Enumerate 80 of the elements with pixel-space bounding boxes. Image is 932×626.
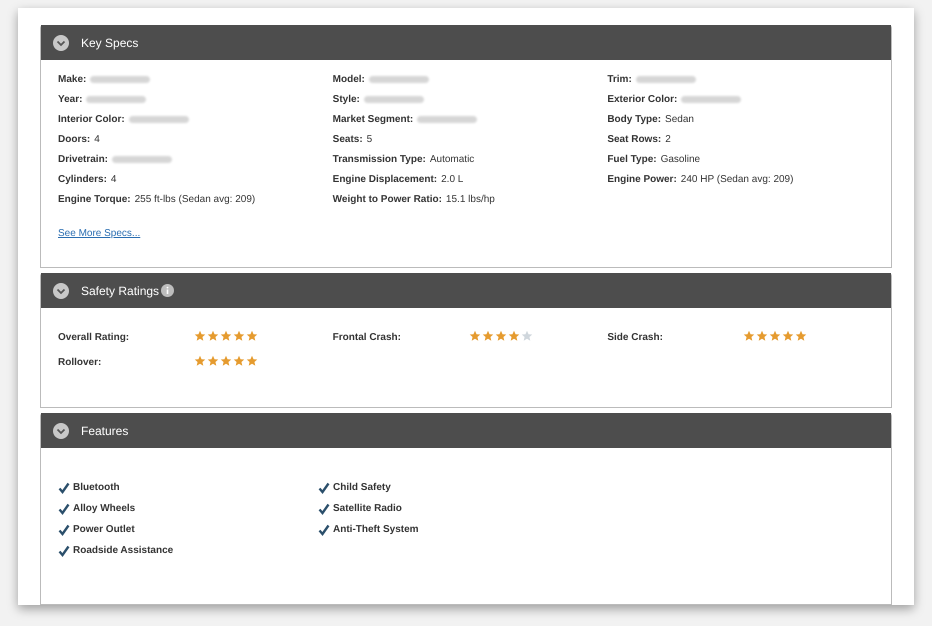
- star-icon: [207, 330, 219, 342]
- section-title: Key Specs: [81, 34, 138, 52]
- section-title: Features: [81, 422, 128, 440]
- spec-value: 4: [94, 133, 100, 147]
- section-header[interactable]: Safety Ratings: [41, 273, 891, 308]
- spec-label: Market Segment:: [332, 113, 414, 127]
- spec-label: Transmission Type:: [332, 153, 426, 167]
- checkmark-icon: [318, 482, 330, 494]
- spec-label: Interior Color:: [58, 113, 125, 127]
- spec-label: Seats:: [332, 133, 363, 147]
- spec-label: Engine Displacement:: [332, 173, 438, 187]
- feature-label: Bluetooth: [73, 481, 120, 495]
- spec-label: Body Type:: [607, 113, 662, 127]
- spec-label: Drivetrain:: [58, 153, 108, 167]
- star-icon: [220, 354, 232, 366]
- rating-label: Frontal Crash:: [332, 331, 402, 345]
- star-icon: [233, 330, 245, 342]
- star-icon: [233, 354, 245, 366]
- spec-label: Weight to Power Ratio:: [332, 193, 442, 207]
- feature-label: Anti-Theft System: [333, 523, 419, 537]
- star-icon: [769, 330, 782, 342]
- checkmark-icon: [58, 482, 70, 494]
- star-icon: [194, 330, 206, 342]
- star-icon: [508, 330, 520, 342]
- chevron-icon[interactable]: [53, 282, 69, 298]
- spec-value: Gasoline: [660, 153, 700, 167]
- spec-label: Year:: [58, 93, 82, 107]
- spec-label: Seat Rows:: [607, 133, 662, 147]
- section-title: Safety Ratings: [81, 282, 160, 300]
- spec-value: 5: [366, 133, 372, 147]
- star-icon: [207, 354, 219, 366]
- star-icon: [194, 354, 206, 366]
- see-more-link[interactable]: See More Specs...: [58, 226, 140, 241]
- checkmark-icon: [58, 524, 70, 536]
- spec-label: Model:: [332, 73, 365, 87]
- section-header[interactable]: Features: [41, 413, 891, 448]
- spec-value: Automatic: [430, 153, 474, 167]
- spec-value: 15.1 lbs/hp: [446, 193, 495, 207]
- star-icon: [520, 330, 533, 342]
- spec-label: Doors:: [58, 133, 90, 147]
- rating-label: Rollover:: [58, 356, 102, 370]
- checkmark-icon: [58, 502, 70, 514]
- star-icon: [782, 330, 794, 342]
- rating-label: Overall Rating:: [58, 331, 130, 345]
- chevron-icon[interactable]: [53, 422, 69, 438]
- spec-value: 240 HP (Sedan avg: 209): [680, 173, 794, 187]
- star-icon: [468, 330, 481, 342]
- spec-label: Style:: [332, 93, 360, 107]
- star-icon: [220, 330, 232, 342]
- spec-value: 2.0 L: [441, 173, 464, 187]
- spec-value: 255 ft-lbs (Sedan avg: 209): [134, 193, 256, 207]
- star-icon: [246, 330, 258, 342]
- info-icon[interactable]: [161, 284, 174, 297]
- spec-label: Cylinders:: [58, 173, 107, 187]
- spec-value: 4: [110, 173, 116, 187]
- spec-label: Engine Power:: [607, 173, 677, 187]
- checkmark-icon: [58, 544, 70, 556]
- feature-label: Roadside Assistance: [73, 544, 174, 558]
- spec-value: 2: [665, 133, 671, 147]
- star-icon: [743, 330, 756, 342]
- star-icon: [494, 330, 507, 342]
- spec-label: Trim:: [607, 73, 632, 87]
- checkmark-icon: [318, 502, 330, 514]
- section-header[interactable]: Key Specs: [41, 25, 891, 60]
- spec-label: Fuel Type:: [607, 153, 657, 167]
- spec-label: Engine Torque:: [58, 193, 131, 207]
- feature-label: Power Outlet: [73, 523, 135, 537]
- chevron-icon[interactable]: [53, 34, 69, 50]
- star-icon: [246, 354, 258, 366]
- spec-label: Exterior Color:: [607, 93, 678, 107]
- feature-label: Child Safety: [333, 481, 391, 495]
- star-icon: [756, 330, 768, 342]
- spec-label: Make:: [58, 73, 86, 87]
- feature-label: Alloy Wheels: [73, 502, 136, 516]
- rating-label: Side Crash:: [607, 331, 664, 345]
- star-icon: [482, 330, 494, 342]
- feature-label: Satellite Radio: [333, 502, 402, 516]
- star-icon: [795, 330, 808, 342]
- spec-value: Sedan: [665, 113, 694, 127]
- checkmark-icon: [318, 524, 330, 536]
